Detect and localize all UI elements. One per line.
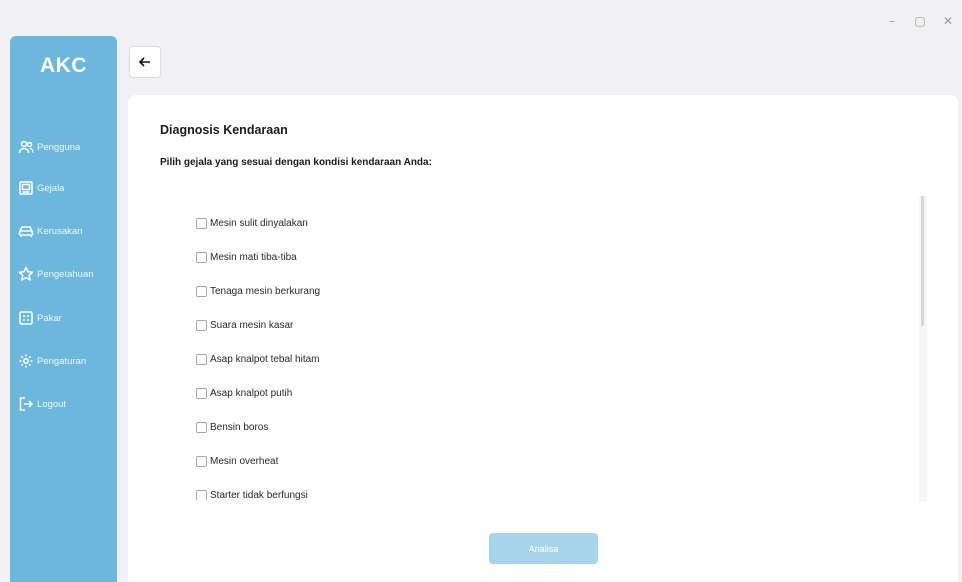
symptom-label: Asap knalpot putih	[210, 388, 293, 399]
checkbox[interactable]	[196, 490, 207, 500]
sidebar-item-pengetahuan[interactable]: Pengetahuan	[18, 263, 94, 285]
maximize-button[interactable]: ▢	[906, 12, 934, 30]
sidebar-item-label: Pengaturan	[37, 355, 87, 367]
symptom-label: Starter tidak berfungsi	[210, 490, 308, 500]
symptom-checkbox-item[interactable]: Tenaga mesin berkurang	[196, 286, 320, 297]
symptom-checkbox-item[interactable]: Mesin overheat	[196, 456, 278, 467]
symptom-checkbox-item[interactable]: Asap knalpot tebal hitam	[196, 354, 320, 365]
symptom-label: Asap knalpot tebal hitam	[210, 354, 320, 365]
symptom-checkbox-item[interactable]: Mesin sulit dinyalakan	[196, 218, 308, 229]
minimize-button[interactable]: –	[878, 12, 906, 30]
page-subtitle: Pilih gejala yang sesuai dengan kondisi …	[160, 157, 432, 168]
sidebar-item-label: Pengetahuan	[37, 268, 94, 280]
symptom-label: Mesin mati tiba-tiba	[210, 252, 297, 263]
title-bar: – ▢ ✕	[0, 0, 962, 34]
symptom-label: Mesin sulit dinyalakan	[210, 218, 308, 229]
sidebar-item-pengguna[interactable]: Pengguna	[18, 136, 80, 158]
sidebar-item-label: Logout	[37, 398, 67, 410]
checkbox[interactable]	[196, 456, 207, 467]
symptom-checkbox-item[interactable]: Bensin boros	[196, 422, 268, 433]
symptom-checkbox-item[interactable]: Suara mesin kasar	[196, 320, 293, 331]
arrow-left-icon	[138, 57, 150, 67]
app-window: – ▢ ✕ AKC Pengguna Gejala Kerusakan Peng…	[0, 0, 962, 582]
checkbox[interactable]	[196, 320, 207, 331]
checkbox[interactable]	[196, 252, 207, 263]
symptom-checkbox-item[interactable]: Mesin mati tiba-tiba	[196, 252, 297, 263]
sidebar-item-label: Pengguna	[37, 141, 81, 153]
users-icon	[18, 140, 34, 154]
app-logo: AKC	[40, 54, 87, 77]
checkbox[interactable]	[196, 218, 207, 229]
calculator-icon	[19, 311, 33, 325]
logout-icon	[19, 397, 34, 411]
checkbox[interactable]	[196, 422, 207, 433]
scrollbar-thumb[interactable]	[921, 196, 924, 326]
symptom-label: Bensin boros	[210, 422, 269, 433]
symptom-checkbox-item[interactable]: Starter tidak berfungsi	[196, 490, 308, 500]
close-button[interactable]: ✕	[934, 12, 962, 30]
back-button[interactable]	[129, 46, 161, 78]
star-icon	[18, 266, 34, 281]
checkbox[interactable]	[196, 354, 207, 365]
sidebar-item-pakar[interactable]: Pakar	[18, 307, 62, 329]
window-controls: – ▢ ✕	[878, 12, 962, 30]
page-title: Diagnosis Kendaraan	[160, 123, 288, 137]
checkbox[interactable]	[196, 286, 207, 297]
car-icon	[18, 226, 34, 237]
symptom-label: Suara mesin kasar	[210, 320, 294, 331]
checkbox[interactable]	[196, 388, 207, 399]
sidebar-item-gejala[interactable]: Gejala	[18, 177, 64, 199]
symptom-list[interactable]: Mesin sulit dinyalakan Mesin mati tiba-t…	[188, 200, 928, 500]
symptom-checkbox-item[interactable]: Asap knalpot putih	[196, 388, 292, 399]
clipboard-icon	[19, 181, 33, 195]
sidebar-item-label: Kerusakan	[37, 225, 83, 237]
sidebar-item-kerusakan[interactable]: Kerusakan	[18, 220, 82, 242]
symptom-label: Mesin overheat	[210, 456, 279, 467]
sidebar-item-label: Pakar	[37, 312, 62, 324]
sidebar: AKC Pengguna Gejala Kerusakan Pengetahua…	[10, 36, 117, 582]
analyze-button[interactable]: Analisa	[489, 533, 598, 564]
diagnosis-card: Diagnosis Kendaraan Pilih gejala yang se…	[128, 95, 958, 582]
sidebar-item-logout[interactable]: Logout	[18, 393, 66, 415]
gear-icon	[19, 354, 33, 368]
symptom-label: Tenaga mesin berkurang	[210, 286, 321, 297]
sidebar-item-label: Gejala	[37, 182, 65, 194]
sidebar-item-pengaturan[interactable]: Pengaturan	[18, 350, 86, 372]
